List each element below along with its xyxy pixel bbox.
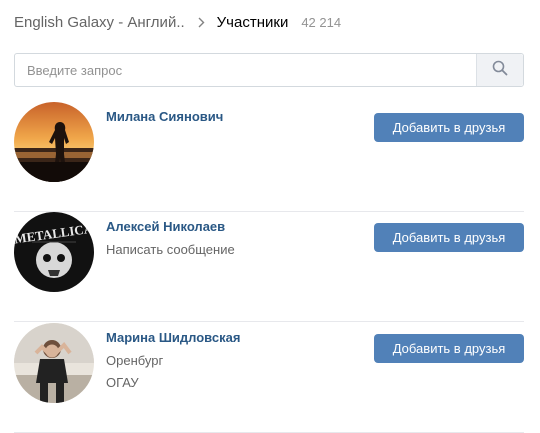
search-icon [492, 60, 508, 81]
member-university: ОГАУ [106, 375, 139, 390]
avatar[interactable] [14, 323, 94, 403]
member-name[interactable]: Марина Шидловская [106, 330, 240, 345]
add-friend-button[interactable]: Добавить в друзья [374, 334, 524, 363]
breadcrumb: English Galaxy - Англий.. Участники 42 2… [14, 12, 526, 32]
add-friend-button[interactable]: Добавить в друзья [374, 113, 524, 142]
add-friend-button[interactable]: Добавить в друзья [374, 223, 524, 252]
search-button[interactable] [476, 54, 523, 86]
member-name[interactable]: Алексей Николаев [106, 219, 225, 234]
write-message-link[interactable]: Написать сообщение [106, 242, 235, 257]
breadcrumb-group-link[interactable]: English Galaxy - Англий.. [14, 14, 185, 31]
page-title: Участники [216, 13, 289, 31]
search-bar [14, 53, 524, 87]
list-item: Милана Сиянович Добавить в друзья [14, 102, 524, 212]
divider [14, 321, 524, 322]
members-count: 42 214 [301, 14, 342, 30]
chevron-right-icon [198, 17, 205, 28]
list-item: METALLICA Алексей Николаев Написать сооб… [14, 212, 524, 322]
member-name[interactable]: Милана Сиянович [106, 109, 223, 124]
list-item: Марина Шидловская Оренбург ОГАУ Добавить… [14, 323, 524, 433]
avatar[interactable]: METALLICA [14, 212, 94, 292]
avatar[interactable] [14, 102, 94, 182]
member-city: Оренбург [106, 353, 164, 368]
search-input[interactable] [15, 54, 476, 86]
